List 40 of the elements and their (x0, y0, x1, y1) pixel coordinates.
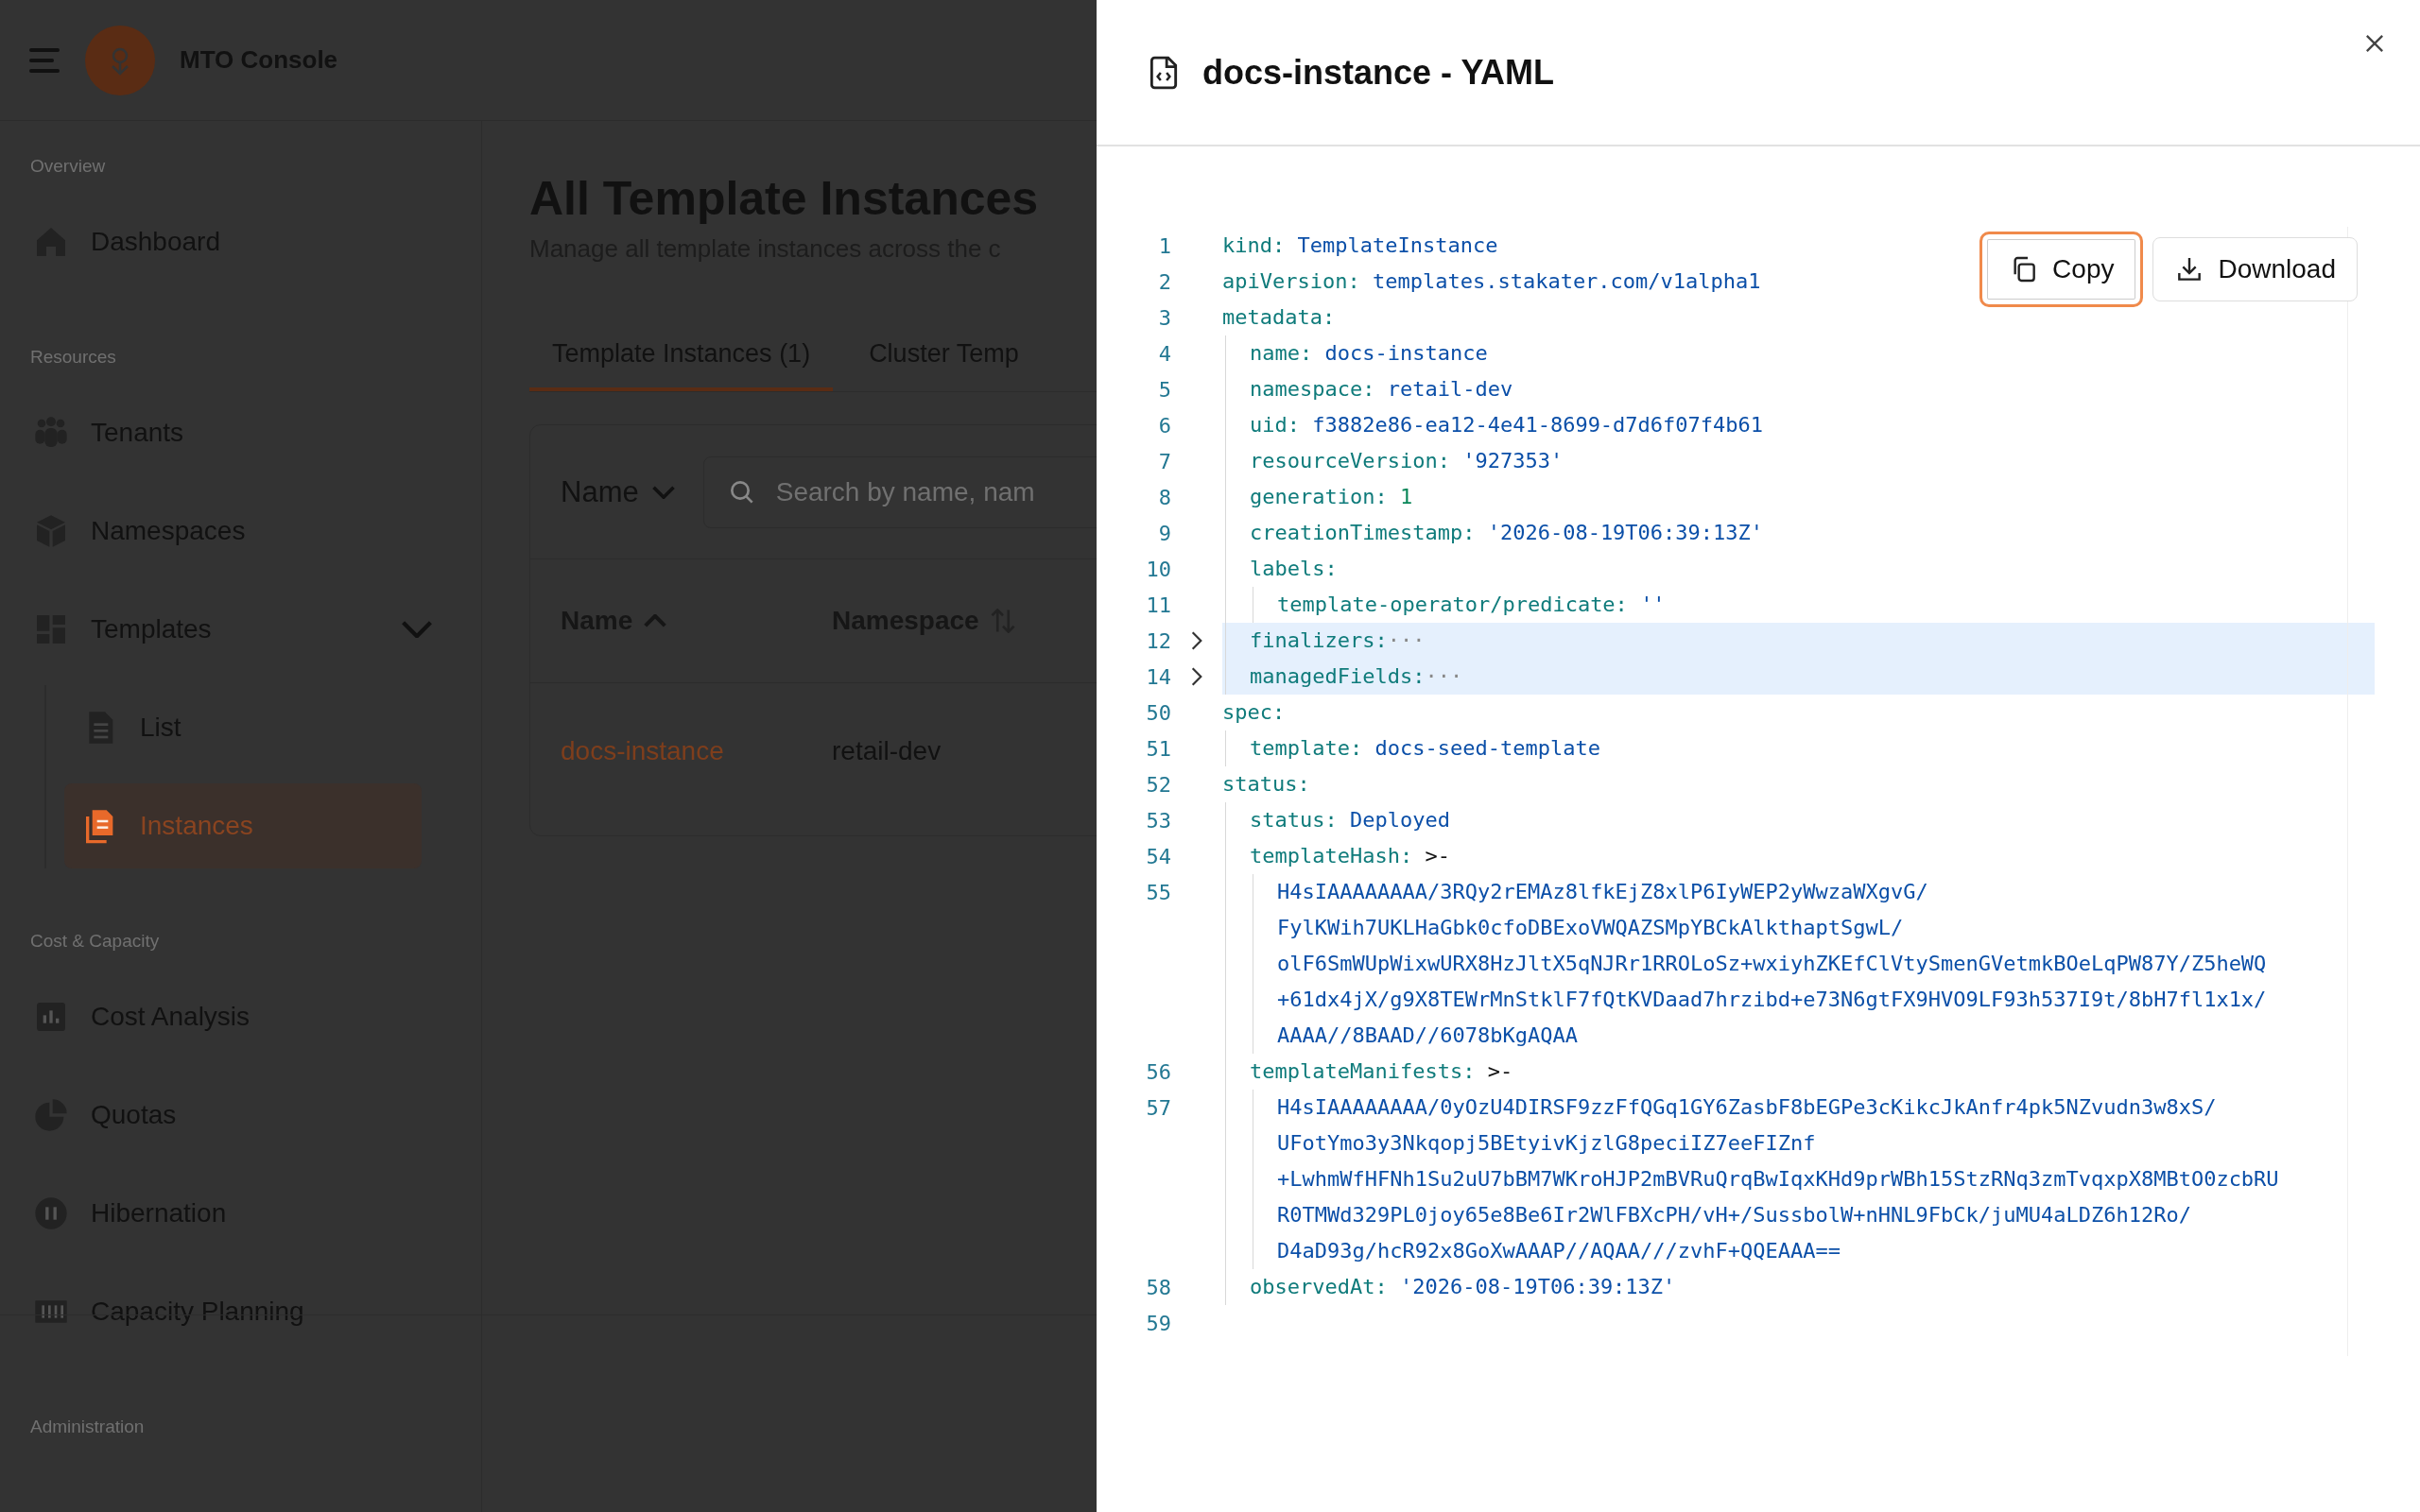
line-number: 7 (1157, 449, 1171, 473)
line-number: 55 (1145, 880, 1171, 904)
search-field[interactable]: Search by name, nam (702, 455, 1097, 528)
line-number: 9 (1157, 521, 1171, 545)
drawer-title: docs-instance - YAML (1202, 52, 1555, 93)
code-line: status: (1222, 771, 1310, 798)
line-number: 4 (1157, 341, 1171, 366)
line-number: 10 (1145, 557, 1171, 581)
line-number: 2 (1157, 269, 1171, 294)
action-button[interactable]: Download (2152, 237, 2358, 301)
line-number: 3 (1157, 305, 1171, 330)
instance-link[interactable]: docs-instance (561, 736, 832, 766)
section-label: Cost & Capacity (29, 930, 161, 953)
pause-icon (32, 1194, 70, 1232)
line-number: 14 (1145, 664, 1171, 689)
line-number: 58 (1145, 1275, 1171, 1299)
section-label: Administration (29, 1416, 146, 1438)
line-number: 11 (1145, 593, 1171, 617)
sidebar-item[interactable]: Instances (64, 783, 422, 868)
line-number: 51 (1145, 736, 1171, 761)
action-button[interactable]: Copy (1979, 232, 2144, 307)
line-number: 12 (1145, 628, 1171, 653)
section-label: Overview (29, 155, 107, 178)
line-number: 57 (1145, 1095, 1171, 1120)
code-line: spec: (1222, 699, 1286, 726)
chevron-down-icon (651, 485, 675, 499)
code-line: kind: TemplateInstance (1222, 232, 1498, 259)
line-number: 52 (1145, 772, 1171, 797)
line-number: 5 (1157, 377, 1171, 402)
code-line: apiVersion: templates.stakater.com/v1alpha1 (1222, 268, 1761, 295)
line-number: 59 (1145, 1311, 1171, 1335)
line-number: 54 (1145, 844, 1171, 868)
line-number: 50 (1145, 700, 1171, 725)
line-number: 8 (1157, 485, 1171, 509)
line-number: 1 (1157, 233, 1171, 258)
line-number: 56 (1145, 1059, 1171, 1084)
section-label: Resources (29, 346, 117, 369)
code-line: metadata: (1222, 304, 1336, 331)
line-number: 6 (1157, 413, 1171, 438)
line-number: 53 (1145, 808, 1171, 833)
